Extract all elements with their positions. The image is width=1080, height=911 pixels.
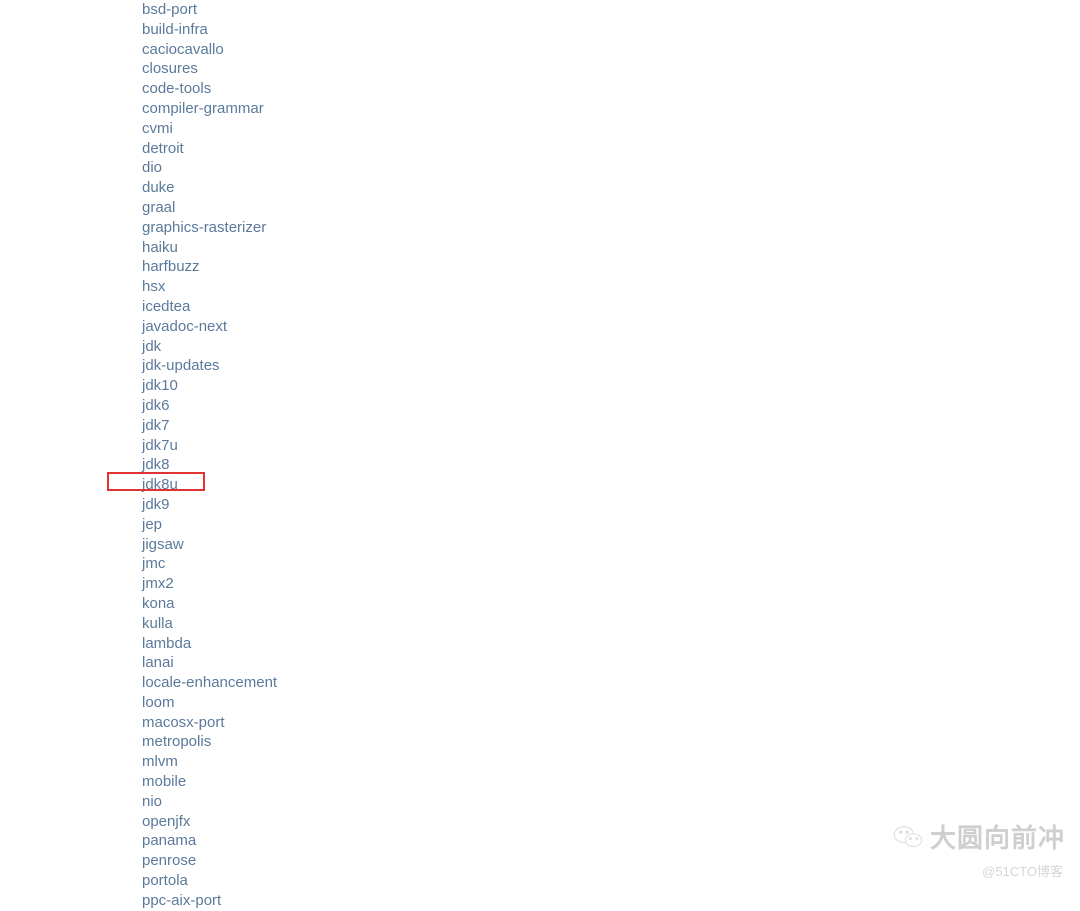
repo-link-lanai[interactable]: lanai: [142, 654, 174, 671]
repo-item: bsd-port: [142, 0, 1080, 20]
repo-link-jdk10[interactable]: jdk10: [142, 377, 178, 394]
repo-link-mlvm[interactable]: mlvm: [142, 753, 178, 770]
repo-item: jdk8u: [142, 475, 1080, 495]
repo-item: jdk-updates: [142, 356, 1080, 376]
repo-item: build-infra: [142, 20, 1080, 40]
repo-link-jmx2[interactable]: jmx2: [142, 575, 174, 592]
repo-item: jigsaw: [142, 535, 1080, 555]
repo-item: haiku: [142, 238, 1080, 258]
repo-link-jdk7[interactable]: jdk7: [142, 417, 170, 434]
repo-item: jdk10: [142, 376, 1080, 396]
repo-item: code-tools: [142, 79, 1080, 99]
repo-link-duke[interactable]: duke: [142, 179, 175, 196]
repo-item: detroit: [142, 139, 1080, 159]
watermark-sub: @51CTO博客: [892, 861, 1065, 880]
repo-item: hsx: [142, 277, 1080, 297]
repo-link-jdk9[interactable]: jdk9: [142, 496, 170, 513]
repo-link-bsd-port[interactable]: bsd-port: [142, 1, 197, 18]
repo-link-panama[interactable]: panama: [142, 832, 196, 849]
repo-item: mobile: [142, 772, 1080, 792]
repo-link-jmc[interactable]: jmc: [142, 555, 165, 572]
repo-item: icedtea: [142, 297, 1080, 317]
repo-item: kona: [142, 594, 1080, 614]
repo-item: loom: [142, 693, 1080, 713]
repo-link-jdk-updates[interactable]: jdk-updates: [142, 357, 220, 374]
repo-item: jdk7u: [142, 436, 1080, 456]
repo-item: jmx2: [142, 574, 1080, 594]
repo-link-nio[interactable]: nio: [142, 793, 162, 810]
repo-link-lambda[interactable]: lambda: [142, 635, 191, 652]
repo-link-compiler-grammar[interactable]: compiler-grammar: [142, 100, 264, 117]
watermark-main: 大圆向前冲: [892, 818, 1065, 855]
repo-item: graphics-rasterizer: [142, 218, 1080, 238]
repo-item: ppc-aix-port: [142, 891, 1080, 911]
repo-item: mlvm: [142, 752, 1080, 772]
repo-link-javadoc-next[interactable]: javadoc-next: [142, 318, 227, 335]
repo-link-jep[interactable]: jep: [142, 516, 162, 533]
repo-list: bsd-port build-infra caciocavallo closures c…: [0, 0, 1080, 911]
repo-link-graal[interactable]: graal: [142, 199, 175, 216]
repo-link-cvmi[interactable]: cvmi: [142, 120, 173, 137]
repo-link-kulla[interactable]: kulla: [142, 615, 173, 632]
repo-link-portola[interactable]: portola: [142, 872, 188, 889]
repo-link-caciocavallo[interactable]: caciocavallo: [142, 41, 224, 58]
repo-link-jigsaw[interactable]: jigsaw: [142, 536, 184, 553]
repo-link-jdk8[interactable]: jdk8: [142, 456, 170, 473]
repo-item: macosx-port: [142, 713, 1080, 733]
repo-link-jdk7u[interactable]: jdk7u: [142, 437, 178, 454]
repo-item: dio: [142, 158, 1080, 178]
repo-link-kona[interactable]: kona: [142, 595, 175, 612]
repo-item: caciocavallo: [142, 40, 1080, 60]
repo-link-openjfx[interactable]: openjfx: [142, 813, 190, 830]
repo-item: locale-enhancement: [142, 673, 1080, 693]
repo-link-ppc-aix-port[interactable]: ppc-aix-port: [142, 892, 221, 909]
repo-item: graal: [142, 198, 1080, 218]
repo-link-graphics-rasterizer[interactable]: graphics-rasterizer: [142, 219, 266, 236]
repo-link-build-infra[interactable]: build-infra: [142, 21, 208, 38]
wechat-icon: [892, 821, 924, 853]
repo-link-code-tools[interactable]: code-tools: [142, 80, 211, 97]
repo-link-closures[interactable]: closures: [142, 60, 198, 77]
repo-link-jdk6[interactable]: jdk6: [142, 397, 170, 414]
repo-link-harfbuzz[interactable]: harfbuzz: [142, 258, 200, 275]
repo-item: closures: [142, 59, 1080, 79]
repo-item: cvmi: [142, 119, 1080, 139]
repo-item: compiler-grammar: [142, 99, 1080, 119]
repo-item: kulla: [142, 614, 1080, 634]
repo-item: harfbuzz: [142, 257, 1080, 277]
repo-item: jep: [142, 515, 1080, 535]
repo-link-haiku[interactable]: haiku: [142, 239, 178, 256]
repo-item: jdk6: [142, 396, 1080, 416]
repo-link-macosx-port[interactable]: macosx-port: [142, 714, 225, 731]
repo-item: javadoc-next: [142, 317, 1080, 337]
repo-link-metropolis[interactable]: metropolis: [142, 733, 211, 750]
repo-link-locale-enhancement[interactable]: locale-enhancement: [142, 674, 277, 691]
repo-link-jdk8u[interactable]: jdk8u: [142, 476, 178, 493]
repo-item: jdk8: [142, 455, 1080, 475]
repo-item: jdk9: [142, 495, 1080, 515]
repo-link-dio[interactable]: dio: [142, 159, 162, 176]
repo-link-penrose[interactable]: penrose: [142, 852, 196, 869]
repo-link-loom[interactable]: loom: [142, 694, 175, 711]
repo-item: nio: [142, 792, 1080, 812]
repo-link-mobile[interactable]: mobile: [142, 773, 186, 790]
repo-link-detroit[interactable]: detroit: [142, 140, 184, 157]
repo-item: lambda: [142, 634, 1080, 654]
repo-item: metropolis: [142, 732, 1080, 752]
repo-item: jmc: [142, 554, 1080, 574]
repo-link-icedtea[interactable]: icedtea: [142, 298, 190, 315]
repo-link-hsx[interactable]: hsx: [142, 278, 165, 295]
repo-item: jdk: [142, 337, 1080, 357]
repo-item: lanai: [142, 653, 1080, 673]
repo-item: jdk7: [142, 416, 1080, 436]
watermark: 大圆向前冲 @51CTO博客: [892, 818, 1065, 880]
repo-item: duke: [142, 178, 1080, 198]
watermark-text: 大圆向前冲: [930, 818, 1065, 855]
repo-link-jdk[interactable]: jdk: [142, 338, 161, 355]
